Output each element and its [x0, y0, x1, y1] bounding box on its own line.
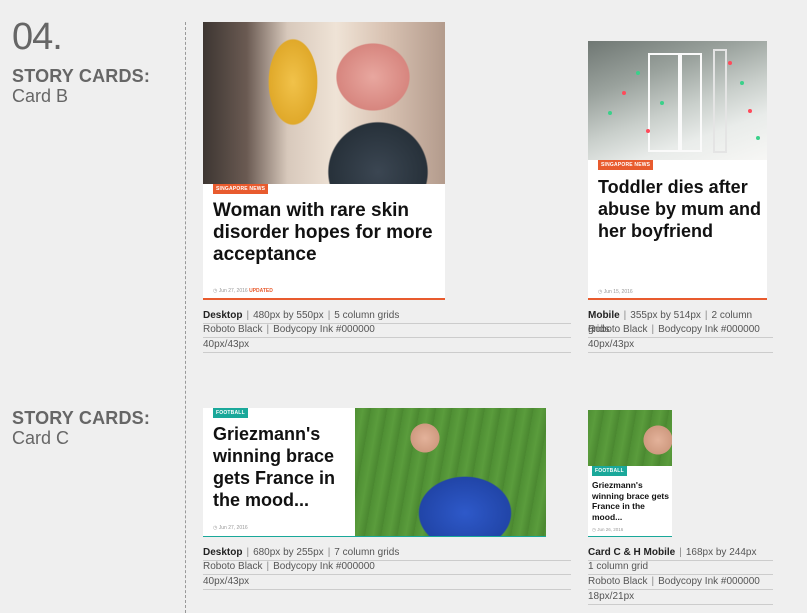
spec-size: 480px by 550px [253, 310, 324, 321]
column-divider [185, 22, 186, 613]
spec-label: Card C & H Mobile [588, 547, 676, 558]
spec-size: 355px by 514px [630, 310, 701, 321]
story-image [588, 41, 767, 160]
spec-ink: Bodycopy Ink #000000 [273, 324, 375, 335]
clock-icon: ◷ [592, 527, 596, 532]
card-accent-line [588, 536, 672, 537]
spec-c-desktop-line1: Desktop | 680px by 255px | 7 column grids [203, 546, 571, 561]
story-meta: ◷ Jun 27, 2016 [213, 525, 248, 531]
story-card-b-desktop[interactable]: SINGAPORE NEWS Woman with rare skin diso… [203, 22, 445, 300]
section-subtitle-card-c: Card C [12, 428, 70, 448]
spec-c-desktop-line2: Roboto Black | Bodycopy Ink #000000 [203, 560, 571, 575]
section-title-card-c: STORY CARDS: [12, 408, 151, 428]
spec-ink: Bodycopy Ink #000000 [658, 576, 760, 587]
card-accent-line [203, 536, 546, 537]
spec-c-desktop-line3: 40px/43px [203, 575, 571, 590]
story-date: Jun 26, 2016 [597, 527, 624, 532]
card-accent-line [588, 298, 767, 300]
updated-badge: UPDATED [249, 288, 273, 294]
spec-c-mobile-line4: 18px/21px [588, 590, 773, 605]
spec-c-mobile-line1: Card C & H Mobile | 168px by 244px [588, 546, 773, 561]
spec-grid: 7 column grids [334, 547, 400, 558]
spec-label: Desktop [203, 547, 243, 558]
story-meta: ◷ Jun 15, 2016 [598, 289, 633, 295]
story-image [588, 410, 672, 466]
spec-font: Roboto Black [203, 561, 263, 572]
spec-b-desktop-line2: Roboto Black | Bodycopy Ink #000000 [203, 323, 571, 338]
spec-font: Roboto Black [203, 324, 263, 335]
category-tag[interactable]: SINGAPORE NEWS [213, 184, 269, 194]
story-meta: ◷ Jun 27, 2016 UPDATED [213, 288, 273, 294]
story-headline[interactable]: Griezmann's winning brace gets France in… [592, 480, 672, 522]
category-tag[interactable]: FOOTBALL [213, 408, 248, 418]
section-title-card-b: STORY CARDS: [12, 66, 151, 86]
spec-ink: Bodycopy Ink #000000 [273, 561, 375, 572]
spec-font: Roboto Black [588, 576, 648, 587]
card-accent-line [203, 298, 445, 300]
story-image [203, 22, 445, 184]
clock-icon: ◷ [213, 288, 218, 294]
spec-grid: 5 column grids [334, 310, 400, 321]
spec-ink: Bodycopy Ink #000000 [658, 324, 760, 335]
spec-size: 680px by 255px [253, 547, 324, 558]
section-subtitle-card-b: Card B [12, 86, 69, 106]
clock-icon: ◷ [598, 289, 603, 295]
story-card-c-mobile[interactable]: FOOTBALL Griezmann's winning brace gets … [588, 410, 672, 537]
spec-c-mobile-line2: 1 column grid [588, 560, 773, 575]
story-card-c-desktop[interactable]: FOOTBALL Griezmann's winning brace gets … [203, 408, 546, 537]
story-headline[interactable]: Woman with rare skin disorder hopes for … [213, 200, 433, 266]
spec-b-desktop-line3: 40px/43px [203, 338, 571, 353]
spec-label: Desktop [203, 310, 243, 321]
spec-b-mobile-line2: Roboto Black | Bodycopy Ink #000000 [588, 323, 773, 338]
story-card-b-mobile[interactable]: SINGAPORE NEWS Toddler dies after abuse … [588, 41, 767, 300]
spec-label: Mobile [588, 310, 620, 321]
story-meta: ◷ Jun 26, 2016 [592, 527, 623, 533]
spec-size: 168px by 244px [685, 547, 757, 558]
story-image [355, 408, 546, 536]
story-date: Jun 15, 2016 [603, 289, 633, 295]
spec-c-mobile-line3: Roboto Black | Bodycopy Ink #000000 [588, 575, 773, 590]
story-date: Jun 27, 2016 [218, 525, 248, 531]
story-date: Jun 27, 2016 [218, 288, 248, 294]
story-headline[interactable]: Griezmann's winning brace gets France in… [213, 423, 353, 511]
category-tag[interactable]: SINGAPORE NEWS [598, 160, 654, 170]
story-headline[interactable]: Toddler dies after abuse by mum and her … [598, 176, 763, 242]
spec-font: Roboto Black [588, 324, 648, 335]
section-number: 04. [12, 16, 63, 58]
spec-b-mobile-line3: 40px/43px [588, 338, 773, 353]
clock-icon: ◷ [213, 525, 218, 531]
category-tag[interactable]: FOOTBALL [592, 466, 627, 476]
spec-b-desktop-line1: Desktop | 480px by 550px | 5 column grids [203, 309, 571, 324]
